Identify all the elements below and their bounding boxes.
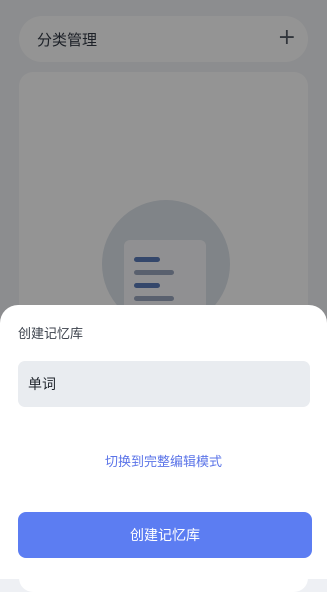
library-name-input[interactable] xyxy=(18,361,310,407)
sheet-title: 创建记忆库 xyxy=(18,327,84,342)
create-library-sheet: 创建记忆库 切换到完整编辑模式 创建记忆库 xyxy=(0,305,327,579)
switch-full-edit-link[interactable]: 切换到完整编辑模式 xyxy=(0,451,327,470)
create-library-button[interactable]: 创建记忆库 xyxy=(18,512,312,558)
